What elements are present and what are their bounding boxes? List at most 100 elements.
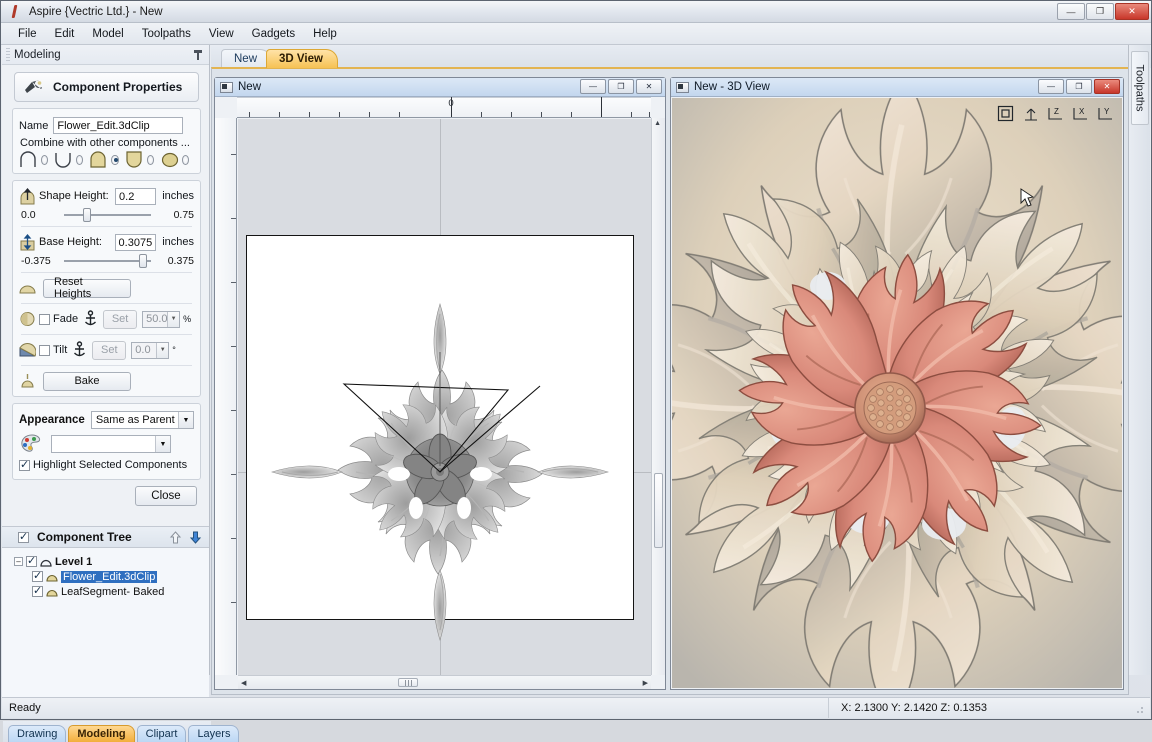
menu-toolpaths[interactable]: Toolpaths — [133, 26, 200, 42]
add-icon[interactable] — [89, 151, 109, 168]
scroll-thumb-grip — [405, 680, 413, 686]
base-height-track[interactable] — [64, 254, 151, 268]
combine-radio-3[interactable] — [111, 154, 119, 165]
arrow-up-icon[interactable] — [168, 530, 183, 545]
fade-value: 50.0 — [146, 313, 168, 325]
appearance-dropdown[interactable]: Same as Parent ▼ — [90, 411, 194, 429]
menu-gadgets[interactable]: Gadgets — [243, 26, 304, 42]
pin-icon[interactable] — [193, 49, 203, 61]
document-icon — [676, 81, 689, 93]
merge-low-icon[interactable] — [54, 151, 74, 168]
tab-drawing[interactable]: Drawing — [8, 725, 67, 742]
arrow-down-icon[interactable] — [188, 530, 203, 545]
palette-icon — [19, 433, 45, 455]
shape-height-slider[interactable]: 0.0 0.75 — [21, 208, 194, 222]
tree-node-checkbox[interactable] — [32, 569, 43, 582]
base-height-input[interactable]: 0.3075 — [114, 233, 157, 251]
tab-layers[interactable]: Layers — [188, 725, 240, 742]
restore-button[interactable]: ❐ — [608, 79, 634, 94]
status-message: Ready — [9, 702, 41, 714]
combine-radio-1[interactable] — [41, 154, 49, 165]
left-dock-tabs: Drawing Modeling Clipart Layers — [3, 721, 240, 742]
vertical-ruler[interactable] — [215, 118, 237, 675]
shape-height-track[interactable] — [64, 208, 151, 222]
perspective-view-icon[interactable] — [1021, 104, 1040, 123]
dock-grip[interactable] — [6, 48, 10, 61]
fade-set-button[interactable]: Set — [103, 309, 138, 329]
close-button[interactable]: ✕ — [1115, 3, 1149, 20]
x-axis-view-icon[interactable]: X — [1071, 104, 1090, 123]
tree-node-leafsegment[interactable]: LeafSegment- Baked — [2, 584, 209, 599]
z-axis-view-icon[interactable]: Z — [1046, 104, 1065, 123]
colour-dropdown[interactable]: ▼ — [51, 435, 171, 453]
shape-height-input[interactable]: 0.2 — [115, 187, 157, 205]
anchor-icon[interactable] — [84, 310, 97, 328]
highlight-components-checkbox[interactable] — [19, 458, 30, 471]
y-axis-view-icon[interactable]: Y — [1096, 104, 1115, 123]
expander-icon[interactable]: – — [14, 557, 23, 566]
component-tree-title: Component Tree — [37, 530, 132, 544]
merge-high-icon[interactable] — [19, 151, 39, 168]
fade-value-spinner[interactable]: 50.0 ▼ — [142, 310, 181, 328]
menu-file[interactable]: File — [9, 26, 46, 42]
fade-checkbox[interactable] — [39, 313, 50, 325]
base-height-thumb[interactable] — [139, 254, 148, 268]
2d-hscroll-thumb[interactable] — [398, 678, 418, 687]
subtract-icon[interactable] — [125, 151, 145, 168]
menu-model[interactable]: Model — [83, 26, 132, 42]
restore-button[interactable]: ❐ — [1066, 79, 1092, 94]
reset-heights-button[interactable]: Reset Heights — [43, 276, 131, 300]
horizontal-ruler[interactable]: 0 — [237, 97, 651, 118]
3d-render-canvas[interactable] — [672, 98, 1122, 688]
minimize-button[interactable]: — — [1057, 3, 1085, 20]
bake-button[interactable]: Bake — [43, 371, 131, 391]
shape-height-thumb[interactable] — [82, 208, 91, 222]
toolpaths-dock-tab[interactable]: Toolpaths — [1131, 51, 1149, 125]
minimize-button[interactable]: — — [1038, 79, 1064, 94]
combine-radio-5[interactable] — [181, 154, 190, 165]
menu-help[interactable]: Help — [304, 26, 346, 42]
2d-horizontal-scrollbar[interactable]: ◀ ▶ — [238, 675, 651, 689]
chevron-down-icon[interactable]: ▼ — [167, 311, 180, 327]
resize-grip[interactable] — [1136, 704, 1147, 715]
tab-clipart[interactable]: Clipart — [136, 725, 187, 742]
2d-vertical-scrollbar[interactable]: ▲ — [651, 118, 665, 675]
component-name-input[interactable]: Flower_Edit.3dClip — [53, 117, 184, 134]
chevron-left-icon[interactable]: ◀ — [241, 679, 246, 687]
chevron-down-icon[interactable]: ▼ — [155, 436, 170, 452]
tree-node-checkbox[interactable] — [26, 554, 37, 567]
tilt-value-spinner[interactable]: 0.0 ▼ — [131, 341, 170, 359]
minimize-button[interactable]: — — [580, 79, 606, 94]
menu-view[interactable]: View — [200, 26, 243, 42]
colour-row: ▼ — [19, 433, 194, 455]
doc-tab-new[interactable]: New — [221, 49, 273, 68]
close-button[interactable]: ✕ — [1094, 79, 1120, 94]
tab-modeling[interactable]: Modeling — [68, 725, 135, 742]
tree-node-level1[interactable]: – Level 1 — [2, 554, 209, 569]
combine-radio-2[interactable] — [76, 154, 84, 165]
merge-flat-icon[interactable] — [160, 151, 180, 168]
doc-tab-3dview[interactable]: 3D View — [266, 49, 338, 68]
maximize-button[interactable]: ✕ — [636, 79, 662, 94]
chevron-down-icon[interactable]: ▼ — [156, 342, 169, 358]
divider — [21, 272, 192, 273]
base-height-slider[interactable]: -0.375 0.375 — [21, 254, 194, 268]
chevron-down-icon[interactable]: ▼ — [178, 412, 193, 428]
panel-title-label: Component Properties — [53, 80, 183, 94]
tree-node-checkbox[interactable] — [32, 584, 43, 597]
tilt-set-button[interactable]: Set — [92, 340, 127, 360]
2d-vscroll-thumb[interactable] — [654, 473, 663, 548]
tilt-checkbox[interactable] — [39, 344, 50, 356]
anchor-icon[interactable] — [73, 341, 86, 359]
2d-design-canvas[interactable] — [238, 119, 651, 675]
component-tree-checkbox[interactable] — [18, 530, 29, 543]
isometric-view-icon[interactable] — [996, 104, 1015, 123]
close-panel-button[interactable]: Close — [135, 486, 197, 506]
combine-radio-4[interactable] — [146, 154, 154, 165]
restore-button[interactable]: ❐ — [1086, 3, 1114, 20]
combine-mode-label: Combine with other components ... — [20, 137, 190, 149]
tree-node-flower[interactable]: Flower_Edit.3dClip — [2, 569, 209, 584]
menu-edit[interactable]: Edit — [46, 26, 84, 42]
chevron-up-icon[interactable]: ▲ — [654, 120, 661, 127]
chevron-right-icon[interactable]: ▶ — [643, 679, 648, 687]
